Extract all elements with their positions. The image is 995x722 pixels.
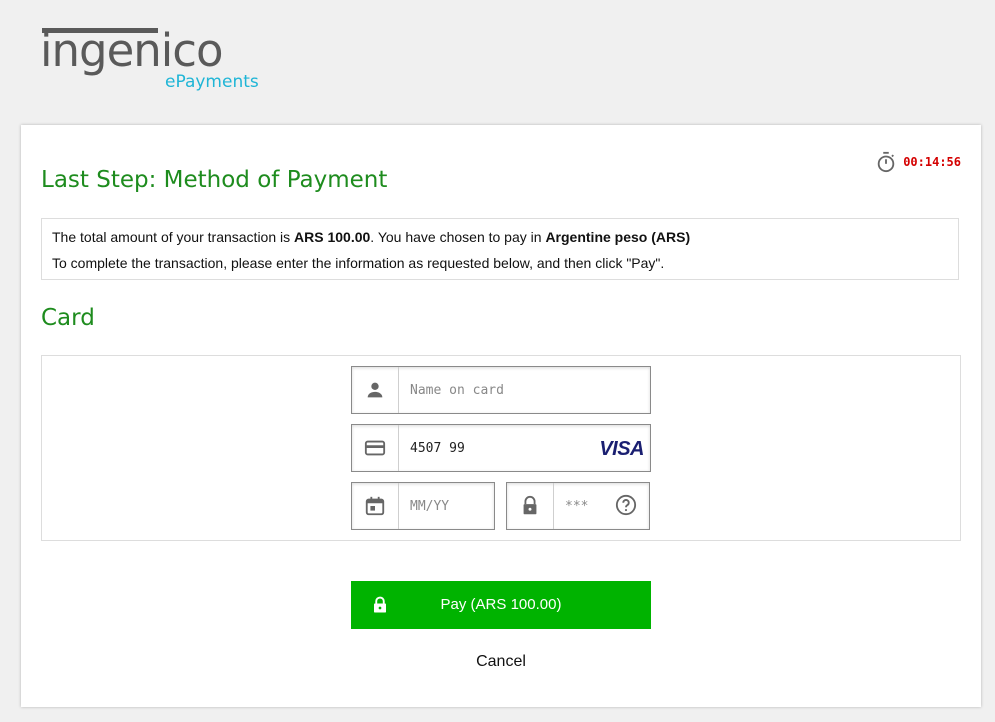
- help-icon[interactable]: [615, 494, 637, 516]
- person-icon-wrap: [352, 367, 399, 413]
- name-on-card-input[interactable]: Name on card: [410, 367, 504, 413]
- card-number-field[interactable]: 4507 99 VISA: [351, 424, 651, 472]
- session-timer: 00:14:56: [875, 151, 961, 173]
- timer-value: 00:14:56: [903, 155, 961, 169]
- calendar-icon-wrap: [352, 483, 399, 529]
- info-currency: Argentine peso (ARS): [545, 229, 691, 245]
- expiry-field[interactable]: MM/YY: [351, 482, 495, 530]
- transaction-info: The total amount of your transaction is …: [41, 218, 959, 280]
- card-section-title: Card: [41, 305, 95, 331]
- cancel-link[interactable]: Cancel: [451, 653, 551, 671]
- card-number-input[interactable]: 4507 99: [410, 425, 465, 471]
- info-line-2: To complete the transaction, please ente…: [52, 255, 665, 271]
- card-form: Name on card 4507 99 VISA MM/YY ***: [41, 355, 961, 541]
- name-on-card-field[interactable]: Name on card: [351, 366, 651, 414]
- payment-panel: 00:14:56 Last Step: Method of Payment Th…: [21, 125, 981, 707]
- expiry-input[interactable]: MM/YY: [410, 483, 449, 529]
- info-line-1: The total amount of your transaction is …: [52, 229, 948, 246]
- lock-icon: [523, 495, 537, 515]
- page-title: Last Step: Method of Payment: [41, 167, 388, 193]
- credit-card-icon: [364, 440, 386, 456]
- logo-subtitle: ePayments: [165, 72, 259, 92]
- info-mid: . You have chosen to pay in: [370, 229, 546, 245]
- pay-button[interactable]: Pay (ARS 100.00): [351, 581, 651, 629]
- logo-wordmark: ingenico: [40, 24, 224, 77]
- lock-icon-wrap: [507, 483, 554, 529]
- person-icon: [367, 382, 383, 398]
- ingenico-logo: ingenico ePayments: [40, 22, 270, 102]
- calendar-icon: [365, 496, 385, 516]
- visa-logo: VISA: [599, 438, 644, 460]
- cvv-input[interactable]: ***: [565, 483, 588, 529]
- credit-card-icon-wrap: [352, 425, 399, 471]
- info-amount: ARS 100.00: [294, 229, 371, 245]
- info-prefix: The total amount of your transaction is: [52, 229, 295, 245]
- pay-button-label: Pay (ARS 100.00): [440, 596, 562, 613]
- cvv-field[interactable]: ***: [506, 482, 650, 530]
- stopwatch-icon: [877, 151, 895, 173]
